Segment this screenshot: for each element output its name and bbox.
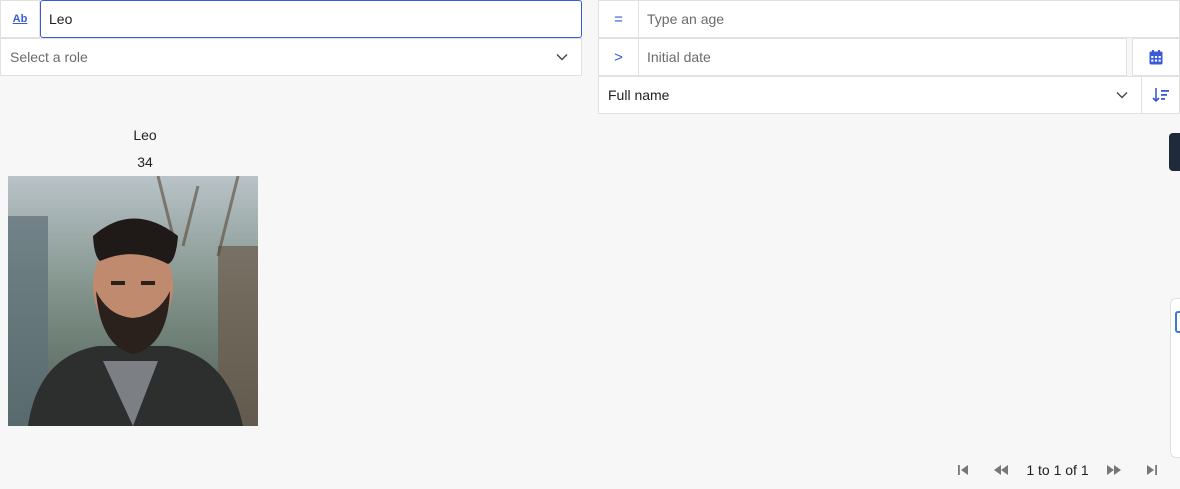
date-operator-button[interactable]: > <box>599 39 639 75</box>
calendar-button[interactable] <box>1132 38 1180 76</box>
name-input-wrapper <box>40 0 582 38</box>
side-panel-icon <box>1175 311 1180 333</box>
sort-direction-button[interactable] <box>1141 76 1180 114</box>
date-filter: > <box>598 38 1127 76</box>
person-card[interactable]: Leo 34 <box>8 122 258 426</box>
last-page-button[interactable] <box>1139 457 1165 483</box>
sort-descending-icon <box>1151 88 1169 103</box>
sort-select-label: Full name <box>608 87 670 103</box>
age-operator-button[interactable]: = <box>599 1 639 37</box>
age-input[interactable] <box>639 1 1179 37</box>
date-input[interactable] <box>639 39 1126 75</box>
last-page-icon <box>1146 465 1157 475</box>
calendar-icon <box>1149 49 1163 64</box>
chevron-down-icon <box>1116 92 1128 99</box>
first-page-button[interactable] <box>950 457 976 483</box>
person-name: Leo <box>133 127 157 143</box>
portrait-image <box>8 176 258 426</box>
sort-select[interactable]: Full name <box>598 76 1142 114</box>
next-page-icon <box>1106 465 1121 475</box>
text-filter: Ab <box>0 0 582 38</box>
role-select-label: Select a role <box>10 49 88 65</box>
previous-page-button[interactable] <box>988 457 1014 483</box>
side-toggle-tab[interactable] <box>1169 133 1180 171</box>
side-panel[interactable] <box>1170 298 1180 458</box>
role-select[interactable]: Select a role <box>0 38 582 76</box>
person-photo <box>8 176 258 426</box>
age-filter: = <box>598 0 1180 38</box>
pagination-info: 1 to 1 of 1 <box>1026 462 1089 478</box>
person-age: 34 <box>137 154 153 170</box>
chevron-down-icon <box>556 54 568 61</box>
previous-page-icon <box>994 465 1009 475</box>
first-page-icon <box>958 465 968 475</box>
name-search-input[interactable] <box>41 1 581 37</box>
next-page-button[interactable] <box>1101 457 1127 483</box>
text-match-icon[interactable]: Ab <box>0 0 40 38</box>
pagination: 1 to 1 of 1 <box>950 455 1165 485</box>
